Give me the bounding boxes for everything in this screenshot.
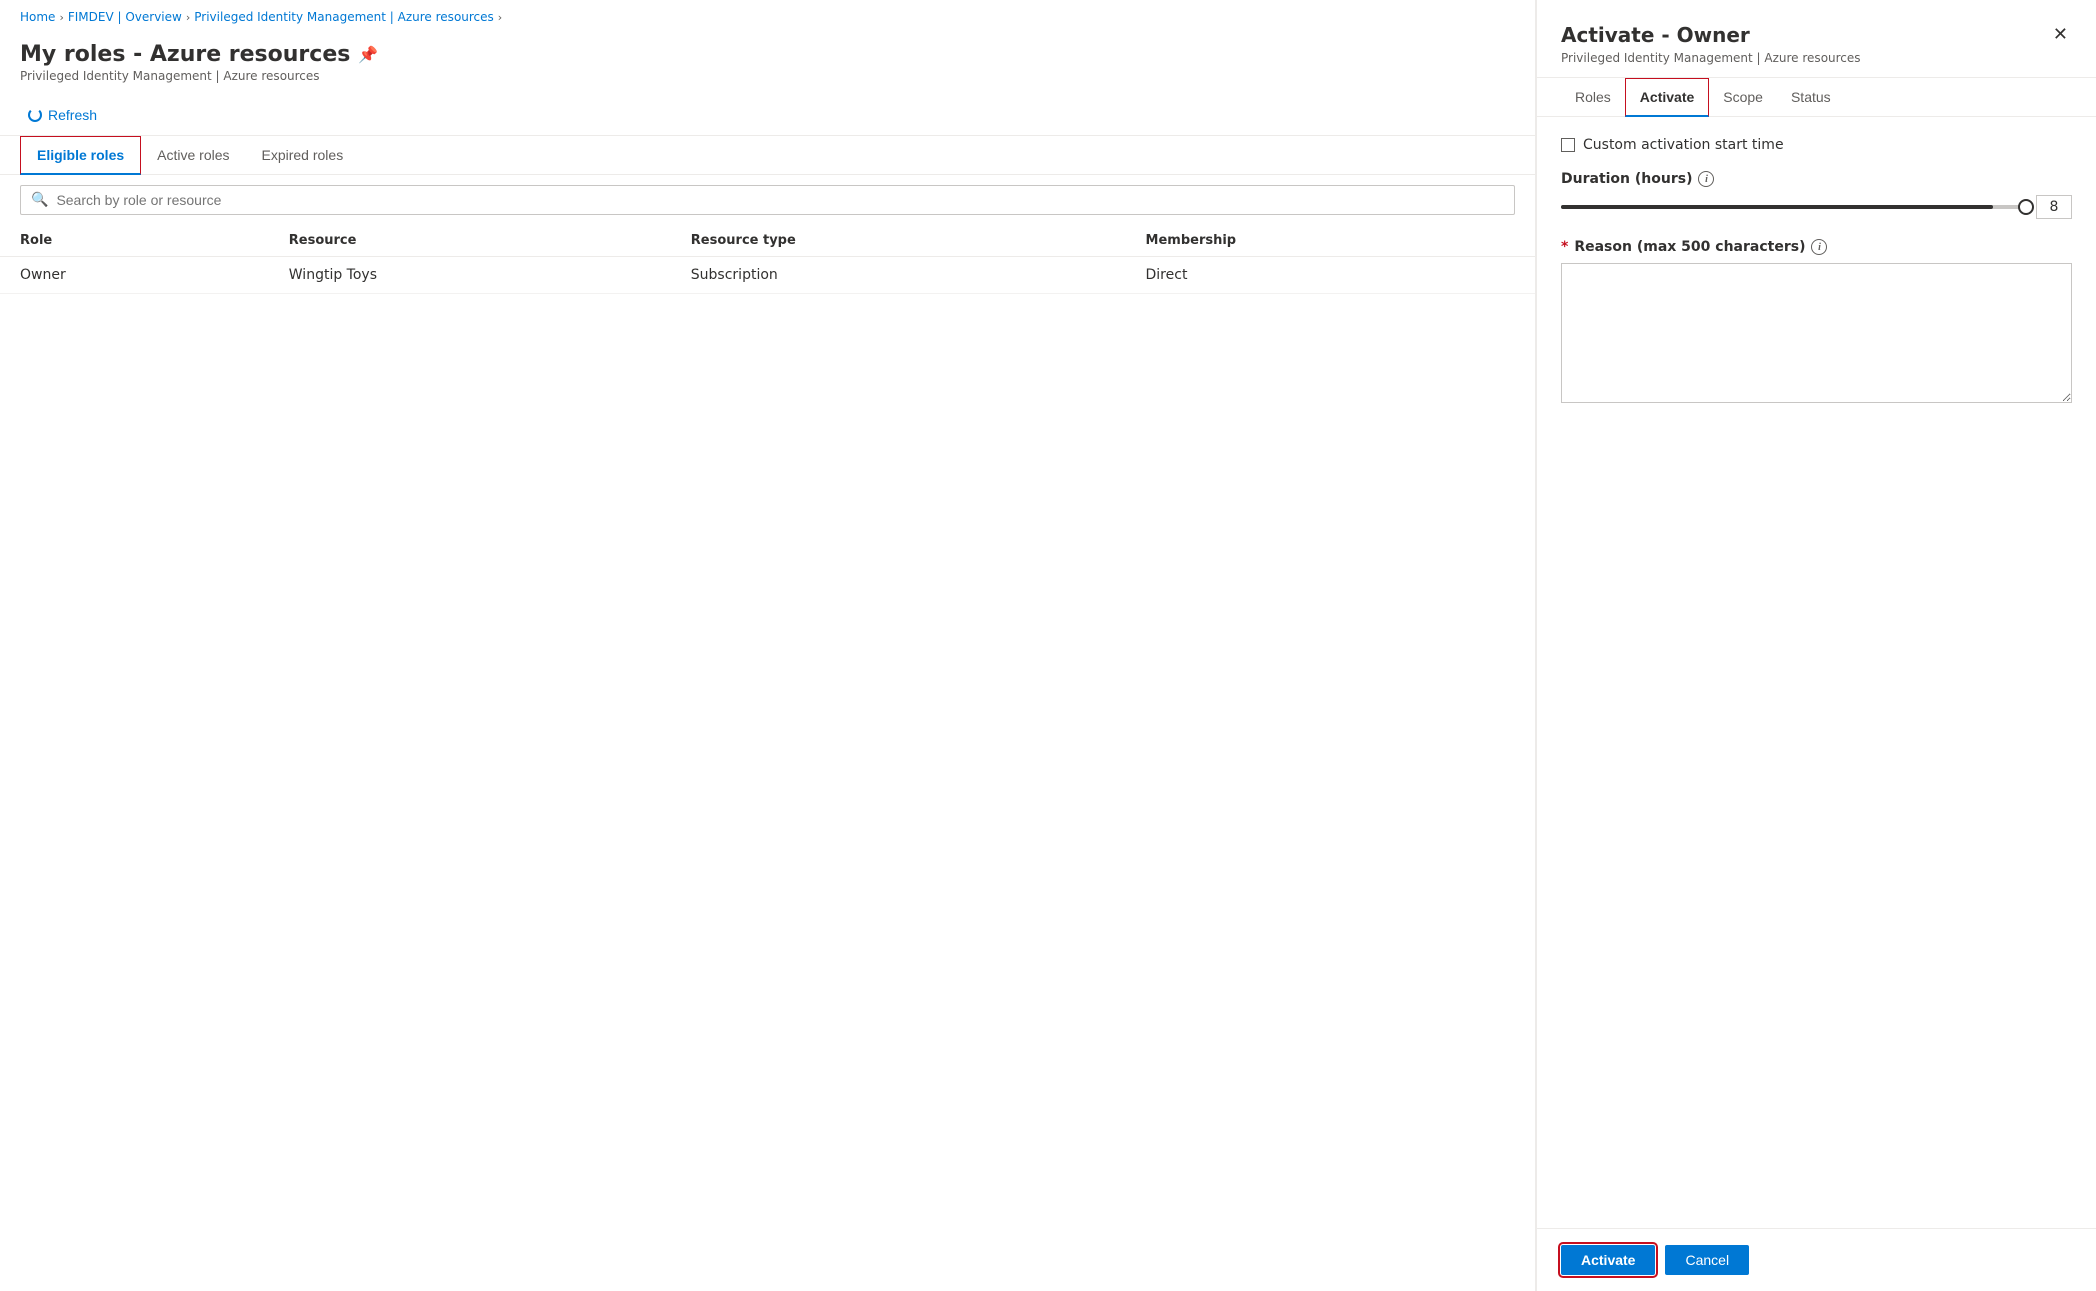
close-button[interactable]: ✕ — [2049, 20, 2072, 49]
required-asterisk: * — [1561, 239, 1568, 255]
breadcrumb-pim[interactable]: Privileged Identity Management | Azure r… — [194, 10, 494, 24]
custom-activation-checkbox[interactable] — [1561, 138, 1575, 152]
search-bar: 🔍 — [20, 185, 1515, 215]
reason-textarea[interactable] — [1561, 263, 2072, 403]
duration-section: Duration (hours) i 8 — [1561, 171, 2072, 219]
toolbar: Refresh — [0, 95, 1535, 136]
cell-resource-type: Subscription — [671, 257, 1126, 294]
page-subtitle: Privileged Identity Management | Azure r… — [20, 69, 1515, 83]
panel-header: Activate - Owner ✕ Privileged Identity M… — [1537, 0, 2096, 78]
tabs: Eligible roles Active roles Expired role… — [0, 136, 1535, 175]
search-input[interactable] — [56, 192, 1504, 208]
col-resource: Resource — [269, 225, 671, 257]
refresh-label: Refresh — [48, 107, 97, 123]
right-panel: Activate - Owner ✕ Privileged Identity M… — [1536, 0, 2096, 1291]
panel-title: Activate - Owner — [1561, 23, 1750, 47]
col-membership: Membership — [1126, 225, 1535, 257]
duration-slider[interactable] — [1561, 205, 2026, 209]
panel-tab-activate[interactable]: Activate — [1625, 78, 1709, 117]
breadcrumb-home[interactable]: Home — [20, 10, 55, 24]
panel-content: Custom activation start time Duration (h… — [1537, 117, 2096, 1228]
panel-tab-status[interactable]: Status — [1777, 79, 1845, 117]
search-icon: 🔍 — [31, 192, 48, 208]
refresh-button[interactable]: Refresh — [20, 103, 105, 127]
panel-tab-scope[interactable]: Scope — [1709, 79, 1777, 117]
cell-membership: Direct — [1126, 257, 1535, 294]
reason-section: * Reason (max 500 characters) i — [1561, 239, 2072, 407]
tab-expired-roles[interactable]: Expired roles — [246, 137, 360, 175]
data-table: Role Resource Resource type Membership O… — [0, 225, 1535, 294]
slider-value: 8 — [2036, 195, 2072, 219]
activate-button[interactable]: Activate — [1561, 1245, 1655, 1275]
tab-active-roles[interactable]: Active roles — [141, 137, 245, 175]
refresh-icon — [28, 108, 42, 122]
col-role: Role — [0, 225, 269, 257]
cell-role: Owner — [0, 257, 269, 294]
breadcrumb-sep-1: › — [59, 11, 63, 24]
breadcrumb: Home › FIMDEV | Overview › Privileged Id… — [0, 0, 1535, 34]
panel-tabs: Roles Activate Scope Status — [1537, 78, 2096, 117]
slider-thumb[interactable] — [2018, 199, 2034, 215]
panel-subtitle: Privileged Identity Management | Azure r… — [1561, 51, 2072, 65]
page-header: My roles - Azure resources 📌 Privileged … — [0, 34, 1535, 95]
col-resource-type: Resource type — [671, 225, 1126, 257]
table-row[interactable]: Owner Wingtip Toys Subscription Direct — [0, 257, 1535, 294]
left-panel: Home › FIMDEV | Overview › Privileged Id… — [0, 0, 1536, 1291]
cancel-button[interactable]: Cancel — [1665, 1245, 1749, 1275]
breadcrumb-sep-3: › — [498, 11, 502, 24]
tab-eligible-roles[interactable]: Eligible roles — [20, 136, 141, 175]
breadcrumb-sep-2: › — [186, 11, 190, 24]
panel-footer: Activate Cancel — [1537, 1228, 2096, 1291]
custom-activation-row: Custom activation start time — [1561, 137, 2072, 153]
slider-container: 8 — [1561, 195, 2072, 219]
reason-info-icon[interactable]: i — [1811, 239, 1827, 255]
custom-activation-label: Custom activation start time — [1583, 137, 1784, 153]
cell-resource: Wingtip Toys — [269, 257, 671, 294]
duration-label: Duration (hours) i — [1561, 171, 2072, 187]
slider-track-filled — [1561, 205, 1993, 209]
pin-icon[interactable]: 📌 — [358, 45, 378, 64]
duration-info-icon[interactable]: i — [1698, 171, 1714, 187]
panel-tab-roles[interactable]: Roles — [1561, 79, 1625, 117]
breadcrumb-fimdev[interactable]: FIMDEV | Overview — [68, 10, 182, 24]
reason-label: * Reason (max 500 characters) i — [1561, 239, 2072, 255]
page-title: My roles - Azure resources — [20, 42, 350, 67]
